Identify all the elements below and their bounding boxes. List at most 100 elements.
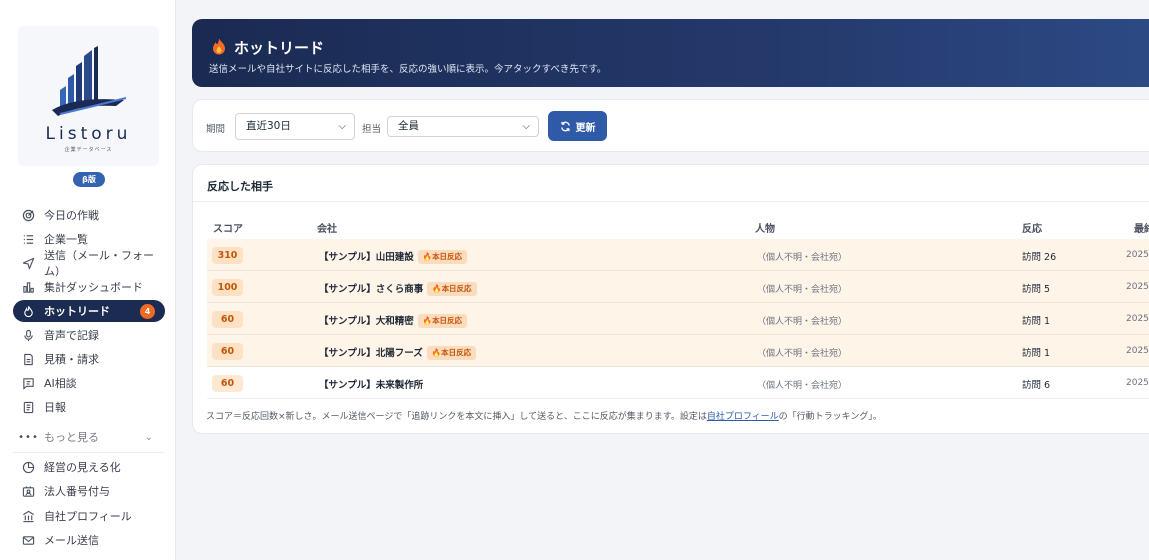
footnote-text-end: の「行動トラッキング」。: [778, 412, 882, 422]
target-icon: [22, 209, 35, 222]
sidebar-item-label: 日報: [44, 401, 66, 414]
person-name: （個人不明・会社宛）: [757, 317, 848, 327]
sidebar-item-label: 音声で記録: [44, 329, 99, 342]
column-header-reaction[interactable]: 反応: [1022, 220, 1042, 235]
score-badge: 60: [212, 375, 243, 392]
reaction-count: 訪問 26: [1022, 252, 1057, 263]
company-link[interactable]: 【サンプル】大和精密 🔥本日反応: [319, 313, 468, 328]
sidebar-item-today-strategy[interactable]: 今日の作戦: [13, 204, 165, 226]
sidebar-item-label: 今日の作戦: [44, 209, 99, 222]
mail-icon: [22, 534, 35, 547]
filter-bar: 期間 直近30日 ⌵ 担当 全員 ⌵ 更新: [192, 99, 1149, 152]
owner-label: 担当: [362, 124, 382, 135]
table-row[interactable]: 100 【サンプル】さくら商事 🔥本日反応 （個人不明・会社宛） 訪問 5 202…: [207, 271, 1149, 303]
today-reaction-tag: 🔥本日反応: [426, 346, 477, 360]
owner-select-value: 全員: [398, 120, 419, 132]
chevron-down-icon: ⌵: [338, 121, 346, 132]
sidebar-item-label: 集計ダッシュボード: [44, 281, 143, 294]
sidebar: Listoru 企業データベース β版 今日の作戦 企業一覧 送信（メール・フォ…: [0, 0, 176, 560]
owner-select[interactable]: 全員 ⌵: [387, 116, 539, 137]
table-row[interactable]: 310 【サンプル】山田建設 🔥本日反応 （個人不明・会社宛） 訪問 26 202…: [207, 239, 1149, 271]
sidebar-item-label: 見積・請求: [44, 353, 99, 366]
period-select[interactable]: 直近30日 ⌵: [235, 113, 355, 140]
reaction-count: 訪問 5: [1022, 284, 1051, 295]
column-header-person[interactable]: 人物: [755, 220, 775, 235]
card-divider: [193, 201, 1149, 202]
chevron-down-icon: ⌄: [144, 431, 153, 443]
table-row[interactable]: 60 【サンプル】未来製作所 （個人不明・会社宛） 訪問 6 2025: [207, 367, 1149, 399]
person-name: （個人不明・会社宛）: [757, 349, 848, 359]
sidebar-item-hot-leads[interactable]: ホットリード 4: [13, 300, 165, 322]
sidebar-item-estimate-invoice[interactable]: 見積・請求: [13, 348, 165, 370]
table-row[interactable]: 60 【サンプル】北陽フーズ 🔥本日反応 （個人不明・会社宛） 訪問 1 2025: [207, 335, 1149, 367]
building-icon: [22, 510, 35, 523]
refresh-label: 更新: [575, 122, 596, 134]
tag-label: 本日反応: [432, 316, 463, 325]
chat-icon: [22, 377, 35, 390]
last-reaction-date: 2025: [1126, 314, 1149, 324]
score-badge: 60: [212, 311, 243, 328]
company-profile-link[interactable]: 自社プロフィール: [707, 412, 779, 422]
table-footnote: スコア＝反応回数×新しさ。メール送信ページで「追跡リンクを本文に挿入」して送ると…: [206, 409, 882, 422]
company-link[interactable]: 【サンプル】未来製作所: [319, 377, 423, 391]
company-name: 【サンプル】大和精密: [319, 316, 414, 327]
score-badge: 100: [212, 279, 243, 296]
pie-chart-icon: [22, 461, 35, 474]
sidebar-more-toggle[interactable]: ••• もっと見る ⌄: [13, 426, 165, 448]
sidebar-item-label: 送信（メール・フォーム）: [44, 249, 154, 278]
reaction-count: 訪問 1: [1022, 316, 1051, 327]
sidebar-item-label: 経営の見える化: [44, 461, 121, 474]
flame-icon: 🔥: [432, 284, 442, 293]
sidebar-item-label: 自社プロフィール: [44, 510, 132, 523]
reaction-count: 訪問 1: [1022, 348, 1051, 359]
sidebar-item-company-profile[interactable]: 自社プロフィール: [13, 505, 165, 527]
table-row[interactable]: 60 【サンプル】大和精密 🔥本日反応 （個人不明・会社宛） 訪問 1 2025: [207, 303, 1149, 335]
microphone-icon: [22, 329, 35, 342]
flame-icon: 🔥: [431, 348, 442, 357]
page-title: ホットリード: [234, 39, 325, 57]
today-reaction-tag: 🔥本日反応: [417, 314, 468, 328]
logo-text: Listoru: [45, 124, 132, 144]
sidebar-item-corporate-number[interactable]: 法人番号付与: [13, 480, 165, 502]
more-label: もっと見る: [44, 431, 99, 444]
logo-mark-icon: [51, 46, 126, 116]
company-link[interactable]: 【サンプル】山田建設 🔥本日反応: [319, 249, 468, 264]
sidebar-item-voice-record[interactable]: 音声で記録: [13, 324, 165, 346]
tag-label: 本日反応: [441, 284, 472, 293]
sidebar-item-mail-send[interactable]: メール送信: [13, 529, 165, 551]
sidebar-item-daily-report[interactable]: 日報: [13, 396, 165, 418]
column-header-last[interactable]: 最終: [1134, 220, 1149, 235]
hot-leads-table-card: 反応した相手 スコア 会社 人物 反応 最終 310 【サンプル】山田建設🔥本日…: [192, 164, 1149, 434]
sidebar-item-label: AI相談: [44, 377, 77, 390]
person-name: （個人不明・会社宛）: [757, 285, 848, 295]
column-header-company[interactable]: 会社: [317, 220, 337, 235]
sidebar-item-label: メール送信: [44, 534, 99, 547]
company-name: 【サンプル】未来製作所: [319, 380, 424, 391]
company-link[interactable]: 【サンプル】さくら商事 🔥本日反応: [319, 281, 477, 296]
more-dots-icon: •••: [18, 431, 39, 443]
sidebar-item-ai-consult[interactable]: AI相談: [13, 372, 165, 394]
report-icon: [22, 401, 35, 414]
refresh-button[interactable]: 更新: [548, 111, 607, 141]
page-subtitle: 送信メールや自社サイトに反応した相手を、反応の強い順に表示。今アタックすべき先で…: [209, 64, 607, 75]
last-reaction-date: 2025: [1126, 378, 1149, 388]
column-header-score[interactable]: スコア: [213, 220, 243, 235]
sidebar-item-label: 企業一覧: [44, 233, 88, 246]
footnote-text: スコア＝反応回数×新しさ。メール送信ページで「追跡リンクを本文に挿入」して送ると…: [206, 412, 707, 422]
chevron-down-icon: ⌵: [522, 121, 530, 132]
brand-logo[interactable]: Listoru 企業データベース: [18, 26, 159, 166]
sidebar-item-business-visualization[interactable]: 経営の見える化: [13, 456, 165, 478]
company-name: 【サンプル】山田建設: [319, 252, 414, 263]
period-select-value: 直近30日: [246, 120, 291, 132]
last-reaction-date: 2025: [1126, 346, 1149, 356]
refresh-icon: [560, 121, 570, 131]
beta-badge: β版: [73, 172, 105, 187]
send-icon: [22, 257, 35, 270]
sidebar-item-send[interactable]: 送信（メール・フォーム）: [13, 249, 165, 278]
hot-lead-count-badge: 4: [140, 304, 155, 319]
company-link[interactable]: 【サンプル】北陽フーズ 🔥本日反応: [319, 345, 477, 360]
sidebar-item-dashboard[interactable]: 集計ダッシュボード: [13, 276, 165, 298]
company-name: 【サンプル】北陽フーズ: [319, 348, 423, 359]
flame-icon: 🔥: [422, 316, 433, 325]
last-reaction-date: 2025: [1126, 282, 1149, 292]
